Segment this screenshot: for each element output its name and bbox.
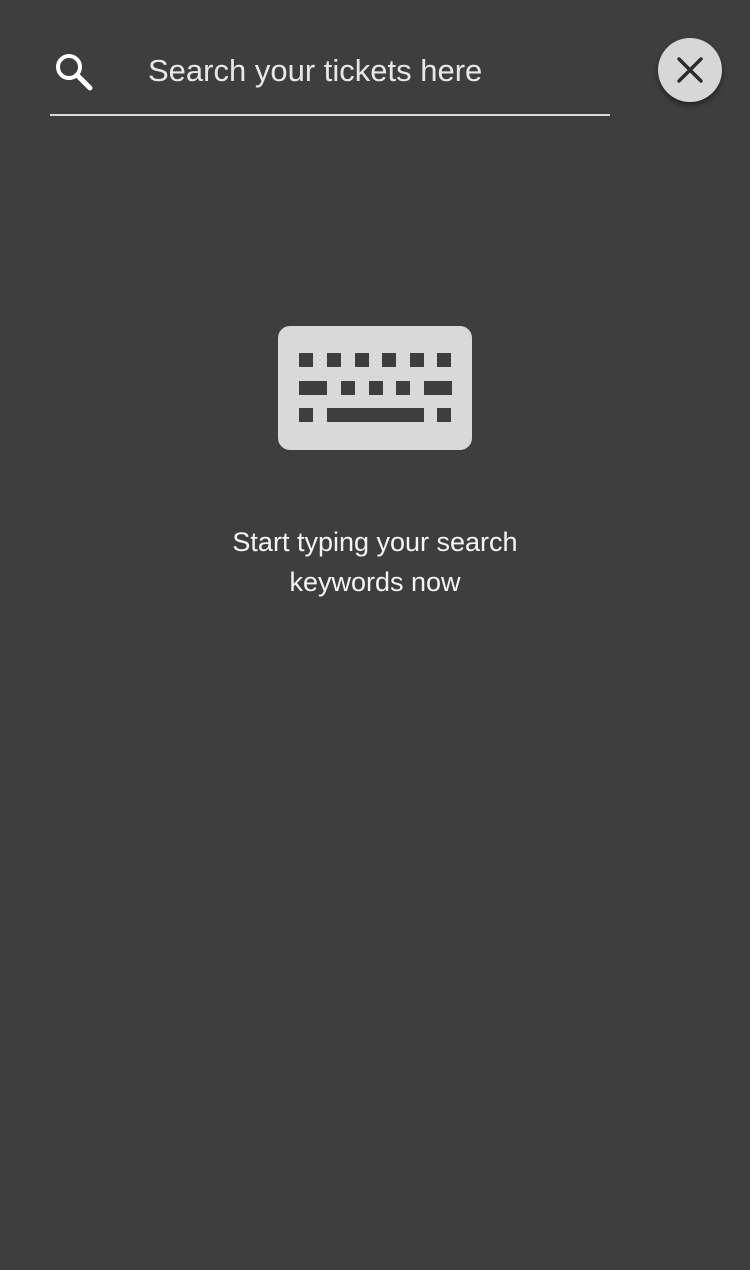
close-icon	[677, 57, 703, 83]
keyboard-icon	[278, 326, 472, 450]
search-icon	[52, 50, 96, 94]
search-input[interactable]	[148, 46, 598, 96]
close-button[interactable]	[658, 38, 722, 102]
search-bar	[50, 28, 610, 116]
empty-state-message: Start typing your search keywords now	[232, 527, 518, 597]
